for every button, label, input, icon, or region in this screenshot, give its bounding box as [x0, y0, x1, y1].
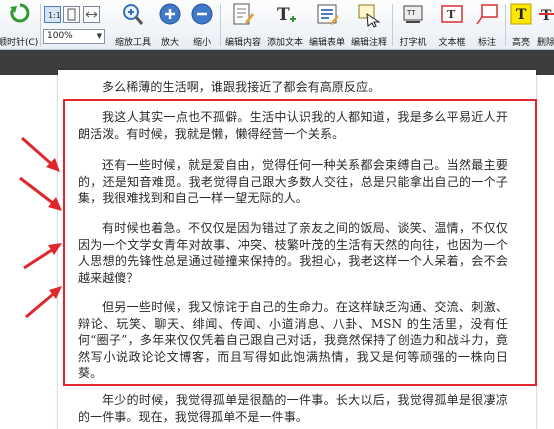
edit-annotation-button[interactable]: 编辑注释 — [350, 2, 388, 48]
strikeout-icon: T — [539, 8, 554, 24]
strikeout-label: 删除 — [537, 38, 554, 48]
zoom-out-button[interactable]: 缩小 — [188, 2, 216, 48]
zoom-out-label: 缩小 — [192, 38, 211, 48]
fit-page-icon — [67, 8, 76, 21]
edit-form-icon — [317, 4, 339, 25]
edit-content-button[interactable]: 编辑内容 — [224, 2, 262, 48]
typewriter-icon: TT — [403, 5, 423, 23]
zoom-in-icon — [159, 3, 181, 25]
chevron-down-icon: ▼ — [96, 32, 102, 40]
svg-text:T: T — [541, 8, 552, 24]
rotate-clockwise-button[interactable]: 顺时针(C) — [0, 2, 40, 48]
callout-button[interactable]: 标注 — [473, 2, 501, 48]
highlight-button[interactable]: T 高亮 — [508, 2, 534, 48]
actual-size-icon: 1:1 — [48, 11, 61, 20]
toolbar-separator — [40, 4, 41, 46]
red-arrow-icon — [25, 286, 62, 319]
edit-annotation-icon — [358, 4, 381, 28]
callout-label: 标注 — [477, 38, 496, 48]
toolbar: 顺时针(C) 1:1 100% ▼ 缩放工具 放大 缩小 编辑内容 T 添加文本… — [0, 0, 554, 50]
zoom-select[interactable]: 100% ▼ — [43, 29, 105, 44]
svg-text:T: T — [447, 8, 456, 21]
zoom-out-icon — [191, 3, 213, 25]
top-line-text: 多么稀薄的生活啊，谁跟我接近了都会有高原反应。 — [102, 80, 381, 94]
callout-icon — [476, 4, 498, 25]
highlight-icon: T — [510, 3, 532, 25]
strikeout-button[interactable]: T 删除 — [537, 2, 554, 48]
zoom-in-button[interactable]: 放大 — [156, 2, 184, 48]
zoom-tool-button[interactable]: 缩放工具 — [113, 2, 153, 48]
rotate-clockwise-icon — [10, 3, 30, 23]
edit-annotation-label: 编辑注释 — [350, 38, 387, 48]
red-arrow-icon — [21, 136, 60, 172]
zoom-tool-icon — [123, 4, 144, 25]
typewriter-button[interactable]: TT 打字机 — [396, 2, 430, 48]
svg-text:T: T — [516, 7, 527, 23]
rotate-clockwise-label: 顺时针(C) — [0, 38, 39, 48]
fit-width-button[interactable] — [83, 6, 100, 23]
annotation-rectangle[interactable] — [63, 99, 537, 386]
edit-form-button[interactable]: 编辑表单 — [308, 2, 346, 48]
red-arrow-icon — [19, 176, 62, 211]
fit-page-button[interactable] — [63, 6, 80, 23]
edit-content-icon — [233, 3, 254, 25]
fit-width-icon — [85, 11, 98, 18]
add-text-icon: T — [277, 5, 296, 25]
textbox-button[interactable]: T 文本框 — [434, 2, 470, 48]
zoom-value: 100% — [47, 31, 73, 41]
red-arrow-icon — [23, 243, 62, 270]
svg-text:T: T — [277, 5, 290, 25]
paragraph-5: 年少的时候，我觉得孤单是很酷的一件事。长大以后，我觉得孤单是很凄凉的一件事。现在… — [78, 393, 508, 424]
actual-size-button[interactable]: 1:1 — [44, 6, 61, 23]
svg-text:TT: TT — [407, 9, 416, 17]
textbox-icon: T — [441, 5, 463, 23]
highlight-label: 高亮 — [511, 38, 530, 48]
svg-text:1:1: 1:1 — [48, 11, 60, 20]
add-text-button[interactable]: T 添加文本 — [266, 2, 304, 48]
